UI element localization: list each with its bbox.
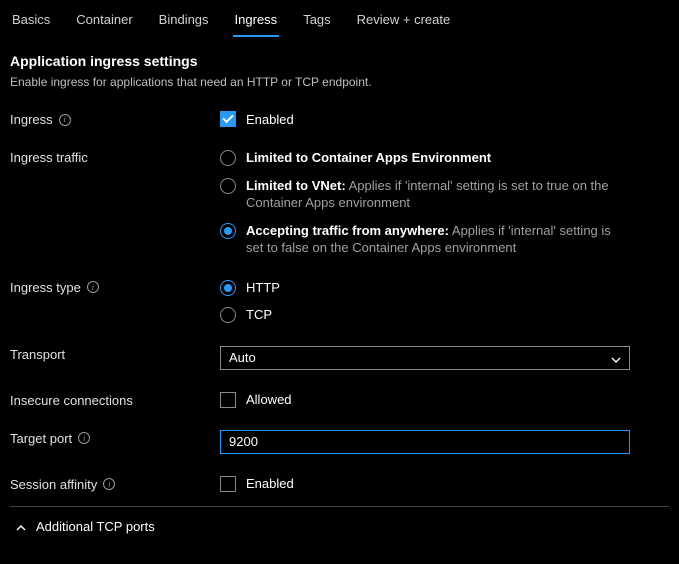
form-content: Application ingress settings Enable ingr… bbox=[0, 37, 679, 550]
label-ingress-traffic-text: Ingress traffic bbox=[10, 150, 88, 165]
row-ingress: Ingress i Enabled bbox=[10, 111, 669, 127]
expander-additional-tcp-ports[interactable]: Additional TCP ports bbox=[10, 513, 669, 540]
radio-traffic-limited-vnet[interactable] bbox=[220, 178, 236, 194]
radio-traffic-limited-vnet-title: Limited to VNet: bbox=[246, 178, 346, 193]
checkbox-session-affinity[interactable] bbox=[220, 476, 236, 492]
radio-traffic-limited-env[interactable] bbox=[220, 150, 236, 166]
label-ingress-type-text: Ingress type bbox=[10, 280, 81, 295]
label-ingress-text: Ingress bbox=[10, 112, 53, 127]
tab-tags[interactable]: Tags bbox=[301, 8, 332, 37]
chevron-down-icon bbox=[611, 353, 621, 363]
label-ingress-traffic: Ingress traffic bbox=[10, 149, 220, 165]
label-transport: Transport bbox=[10, 346, 220, 362]
label-insecure: Insecure connections bbox=[10, 392, 220, 408]
select-transport-value: Auto bbox=[229, 350, 256, 365]
info-icon[interactable]: i bbox=[103, 478, 115, 490]
label-session-affinity-text: Session affinity bbox=[10, 477, 97, 492]
row-transport: Transport Auto bbox=[10, 346, 669, 370]
section-title: Application ingress settings bbox=[10, 53, 669, 69]
label-ingress-type: Ingress type i bbox=[10, 279, 220, 295]
info-icon[interactable]: i bbox=[78, 432, 90, 444]
tab-container[interactable]: Container bbox=[74, 8, 134, 37]
tab-ingress[interactable]: Ingress bbox=[233, 8, 280, 37]
label-session-affinity: Session affinity i bbox=[10, 476, 220, 492]
checkbox-session-affinity-label: Enabled bbox=[246, 476, 294, 491]
tab-review-create[interactable]: Review + create bbox=[355, 8, 453, 37]
label-transport-text: Transport bbox=[10, 347, 65, 362]
radio-ingress-type-tcp-label: TCP bbox=[246, 306, 272, 324]
radio-traffic-anywhere[interactable] bbox=[220, 223, 236, 239]
radio-ingress-type-http-label: HTTP bbox=[246, 279, 280, 297]
tab-basics[interactable]: Basics bbox=[10, 8, 52, 37]
input-target-port[interactable] bbox=[220, 430, 630, 454]
chevron-up-icon bbox=[16, 521, 26, 531]
section-desc: Enable ingress for applications that nee… bbox=[10, 75, 669, 89]
label-target-port-text: Target port bbox=[10, 431, 72, 446]
tab-bindings[interactable]: Bindings bbox=[157, 8, 211, 37]
row-ingress-traffic: Ingress traffic Limited to Container App… bbox=[10, 149, 669, 275]
wizard-tabs: Basics Container Bindings Ingress Tags R… bbox=[0, 0, 679, 37]
radio-traffic-anywhere-title: Accepting traffic from anywhere: bbox=[246, 223, 449, 238]
row-ingress-type: Ingress type i HTTP TCP bbox=[10, 279, 669, 342]
row-insecure: Insecure connections Allowed bbox=[10, 392, 669, 408]
radio-ingress-type-http[interactable] bbox=[220, 280, 236, 296]
label-ingress: Ingress i bbox=[10, 111, 220, 127]
info-icon[interactable]: i bbox=[87, 281, 99, 293]
radio-ingress-type-tcp[interactable] bbox=[220, 307, 236, 323]
label-target-port: Target port i bbox=[10, 430, 220, 446]
checkbox-ingress-enabled[interactable] bbox=[220, 111, 236, 127]
info-icon[interactable]: i bbox=[59, 114, 71, 126]
expander-label: Additional TCP ports bbox=[36, 519, 155, 534]
divider bbox=[10, 506, 669, 507]
label-insecure-text: Insecure connections bbox=[10, 393, 133, 408]
row-session-affinity: Session affinity i Enabled bbox=[10, 476, 669, 492]
checkbox-insecure[interactable] bbox=[220, 392, 236, 408]
radio-traffic-limited-env-label: Limited to Container Apps Environment bbox=[246, 150, 491, 165]
checkbox-insecure-label: Allowed bbox=[246, 392, 292, 407]
row-target-port: Target port i bbox=[10, 430, 669, 454]
select-transport[interactable]: Auto bbox=[220, 346, 630, 370]
checkbox-ingress-enabled-label: Enabled bbox=[246, 112, 294, 127]
